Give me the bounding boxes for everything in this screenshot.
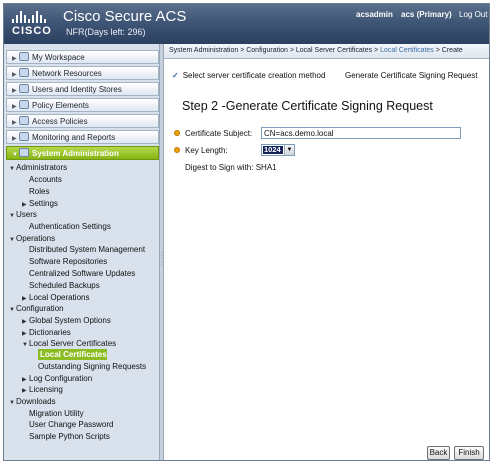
tree-local-operations[interactable]: ▶ Local Operations — [22, 293, 89, 302]
sidebar: ▶ My Workspace ▶ Network Resources ▶ Users … — [4, 44, 160, 460]
tree-dictionaries[interactable]: ▶ Dictionaries — [22, 328, 71, 337]
key-length-select[interactable]: 1024 ▼ — [261, 144, 295, 156]
chevron-down-icon[interactable]: ▼ — [284, 145, 294, 155]
expand-arrow-icon: ▶ — [22, 331, 27, 337]
acs-window: CISCO Cisco Secure ACS NFR(Days left: 29… — [3, 3, 490, 461]
breadcrumb-item: System Administration — [169, 47, 239, 54]
back-button[interactable]: Back — [427, 446, 450, 460]
collapse-arrow-icon: ▼ — [9, 237, 15, 243]
tree-administrators[interactable]: ▼Administrators — [9, 163, 67, 172]
server-name: acs (Primary) — [401, 10, 452, 19]
expand-arrow-icon: ▶ — [22, 296, 27, 302]
drawer-label: Network Resources — [32, 69, 102, 78]
expand-arrow-icon: ▶ — [22, 319, 27, 325]
tree-global-system-options[interactable]: ▶ Global System Options — [22, 316, 111, 325]
monitoring-icon — [19, 132, 29, 141]
tree-user-change-password[interactable]: User Change Password — [29, 420, 113, 429]
expand-arrow-icon: ▶ — [22, 388, 27, 394]
current-user: acsadmin — [356, 10, 393, 19]
drawer-my-workspace[interactable]: ▶ My Workspace — [6, 50, 159, 64]
key-length-label: Key Length: — [185, 146, 228, 155]
drawer-access-policies[interactable]: ▶ Access Policies — [6, 114, 159, 128]
access-icon — [19, 116, 29, 125]
breadcrumb-link-local-certificates[interactable]: Local Certificates — [380, 47, 434, 54]
drawer-policy-elements[interactable]: ▶ Policy Elements — [6, 98, 159, 112]
tree-migration-utility[interactable]: Migration Utility — [29, 409, 84, 418]
certificate-subject-input[interactable] — [261, 127, 461, 139]
checkmark-icon: ✓ — [172, 71, 179, 80]
drawer-label: My Workspace — [32, 53, 85, 62]
collapse-arrow-icon: ▼ — [22, 342, 28, 348]
drawer-label: System Administration — [32, 149, 119, 158]
collapse-arrow-icon: ▼ — [9, 400, 15, 406]
logout-link[interactable]: Log Out — [459, 10, 487, 19]
tree-licensing[interactable]: ▶ Licensing — [22, 385, 63, 394]
expand-arrow-icon: ▶ — [22, 202, 27, 208]
tree-distributed-system-management[interactable]: Distributed System Management — [29, 245, 145, 254]
tree-users[interactable]: ▼Users — [9, 210, 37, 219]
breadcrumb: System Administration > Configuration > … — [164, 44, 489, 59]
tree-log-configuration[interactable]: ▶ Log Configuration — [22, 374, 92, 383]
expand-arrow-icon: ▶ — [12, 56, 17, 62]
tree-software-repositories[interactable]: Software Repositories — [29, 257, 107, 266]
expand-arrow-icon: ▶ — [12, 72, 17, 78]
collapse-arrow-icon: ▼ — [9, 166, 15, 172]
collapse-arrow-icon: ▼ — [9, 307, 15, 313]
tree-authentication-settings[interactable]: Authentication Settings — [29, 222, 111, 231]
collapse-arrow-icon: ▼ — [9, 213, 15, 219]
app-header: CISCO Cisco Secure ACS NFR(Days left: 29… — [4, 4, 489, 44]
tree-local-server-certificates[interactable]: ▼Local Server Certificates — [22, 339, 116, 348]
collapse-arrow-icon: ▼ — [12, 152, 18, 158]
tree-operations[interactable]: ▼Operations — [9, 234, 55, 243]
required-icon — [174, 147, 180, 153]
policy-icon — [19, 100, 29, 109]
expand-arrow-icon: ▶ — [12, 88, 17, 94]
breadcrumb-item: Create — [441, 47, 463, 54]
drawer-label: Policy Elements — [32, 101, 89, 110]
expand-arrow-icon: ▶ — [12, 120, 17, 126]
network-icon — [19, 68, 29, 77]
tree-sample-python-scripts[interactable]: Sample Python Scripts — [29, 432, 110, 441]
license-status: NFR(Days left: 296) — [66, 27, 146, 37]
expand-arrow-icon: ▶ — [12, 136, 17, 142]
drawer-label: Monitoring and Reports — [32, 133, 116, 142]
workspace-icon — [19, 52, 29, 61]
tree-settings[interactable]: ▶ Settings — [22, 199, 58, 208]
users-icon — [19, 84, 29, 93]
cisco-bars-icon — [12, 11, 58, 23]
wizard-current-step: Generate Certificate Signing Request — [345, 71, 478, 80]
drawer-system-administration[interactable]: ▼ System Administration — [6, 146, 159, 160]
drawer-monitoring-reports[interactable]: ▶ Monitoring and Reports — [6, 130, 159, 144]
drawer-label: Users and Identity Stores — [32, 85, 122, 94]
tree-outstanding-signing-requests[interactable]: Outstanding Signing Requests — [38, 362, 146, 371]
tree-configuration[interactable]: ▼Configuration — [9, 304, 64, 313]
key-length-value: 1024 — [263, 146, 283, 154]
drawer-label: Access Policies — [32, 117, 88, 126]
wizard-prev-step: ✓ Select server certificate creation meth… — [172, 71, 326, 80]
brand-text: CISCO — [12, 25, 52, 37]
tree-scheduled-backups[interactable]: Scheduled Backups — [29, 281, 100, 290]
tree-centralized-software-updates[interactable]: Centralized Software Updates — [29, 269, 135, 278]
admin-icon — [19, 148, 29, 157]
splitter-grip-icon: · · · · · — [161, 250, 163, 268]
drawer-users-identity-stores[interactable]: ▶ Users and Identity Stores — [6, 82, 159, 96]
tree-accounts[interactable]: Accounts — [29, 175, 62, 184]
app-title: Cisco Secure ACS — [63, 8, 187, 25]
digest-value: SHA1 — [255, 163, 277, 172]
breadcrumb-item: Local Server Certificates — [295, 47, 373, 54]
breadcrumb-item: Configuration — [246, 47, 288, 54]
expand-arrow-icon: ▶ — [12, 104, 17, 110]
certificate-subject-label: Certificate Subject: — [185, 129, 253, 138]
finish-button[interactable]: Finish — [454, 446, 484, 460]
digest-label: Digest to Sign with: SHA1 — [185, 163, 277, 172]
drawer-network-resources[interactable]: ▶ Network Resources — [6, 66, 159, 80]
tree-downloads[interactable]: ▼Downloads — [9, 397, 56, 406]
tree-roles[interactable]: Roles — [29, 187, 49, 196]
expand-arrow-icon: ▶ — [22, 377, 27, 383]
cisco-logo: CISCO — [12, 11, 58, 39]
main-content: System Administration > Configuration > … — [164, 44, 489, 460]
page-title: Step 2 -Generate Certificate Signing Req… — [182, 99, 433, 113]
required-icon — [174, 130, 180, 136]
tree-local-certificates[interactable]: Local Certificates — [38, 349, 107, 360]
